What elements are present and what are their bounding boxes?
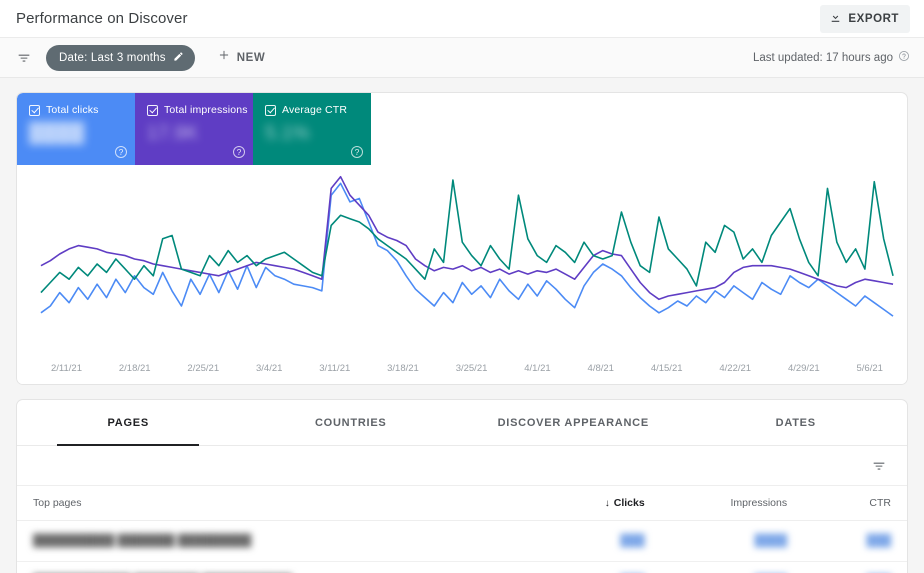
tab-countries[interactable]: COUNTRIES [240,400,463,445]
x-tick-label: 4/22/21 [719,363,752,374]
table-body: ██████████ ███████ █████████████████████… [17,520,907,573]
new-filter-button[interactable]: NEW [211,44,272,71]
download-icon [829,11,842,27]
x-tick-label: 3/25/21 [455,363,488,374]
metric-label: Total impressions [164,104,248,116]
metric-card-total-clicks[interactable]: Total clicks ████ ? [17,93,135,165]
help-circle-icon[interactable] [898,50,910,65]
tab-pages[interactable]: PAGES [17,400,240,446]
last-updated-text: Last updated: 17 hours ago [752,51,893,64]
metric-value: 17.9K [147,123,199,144]
metric-label: Average CTR [282,104,348,116]
redacted-value: ███ [620,535,645,547]
metric-cards: Total clicks ████ ? Total impressions 17… [17,93,907,165]
cell-impressions: ████ [666,520,810,562]
table-row[interactable]: ████████████ ████████ ██████████████████… [17,561,907,573]
performance-line-chart[interactable] [17,165,907,363]
new-filter-label: NEW [236,51,266,64]
plus-icon [217,48,231,67]
help-circle-icon[interactable]: ? [115,146,127,158]
x-tick-label: 3/11/21 [319,363,351,374]
table-head: Top pages ↓ Clicks Impressions CTR [17,486,907,521]
x-tick-label: 4/29/21 [787,363,820,374]
performance-chart-card: Total clicks ████ ? Total impressions 17… [16,92,908,385]
redacted-value: ███ [866,535,891,547]
metric-value: 5.1% [265,123,310,144]
metric-header: Total impressions [147,104,248,116]
x-tick-label: 2/11/21 [51,363,82,374]
cell-ctr: ███ [809,520,907,562]
x-tick-label: 3/18/21 [387,363,419,374]
dimension-table-card: PAGES COUNTRIES DISCOVER APPEARANCE DATES T… [16,399,908,573]
x-tick-label: 3/4/21 [255,363,283,374]
chart-x-axis: 2/11/21 2/18/21 2/25/21 3/4/21 3/11/21 3/18/2… [17,363,907,384]
filter-list-icon[interactable] [867,454,891,478]
redacted-value: ██████████ ███████ █████████ [33,535,252,547]
metric-value: ████ [29,123,85,144]
column-header-impressions[interactable]: Impressions [666,486,810,521]
dimension-tabs: PAGES COUNTRIES DISCOVER APPEARANCE DATES [17,400,907,446]
table-toolbar [17,446,907,486]
column-header-top-pages[interactable]: Top pages [17,486,516,521]
app-header: Performance on Discover EXPORT [0,0,924,38]
x-tick-label: 2/18/21 [118,363,151,374]
table-row[interactable]: ██████████ ███████ █████████ ███ ████ ███ [17,520,907,562]
chart-svg [17,165,907,363]
metric-header: Total clicks [29,104,125,116]
help-circle-icon[interactable]: ? [351,146,363,158]
column-header-clicks-label: Clicks [613,497,645,509]
tab-discover-appearance[interactable]: DISCOVER APPEARANCE [462,400,685,445]
performance-table: Top pages ↓ Clicks Impressions CTR ██████… [17,486,907,573]
filter-list-icon[interactable] [12,46,36,70]
chart-line-total-impressions [41,177,893,300]
metric-checkbox[interactable] [265,104,276,116]
column-header-ctr[interactable]: CTR [809,486,907,521]
x-tick-label: 5/6/21 [856,363,883,374]
metric-header: Average CTR [265,104,361,116]
cell-page: ████████████ ████████ ███████████ [17,561,516,573]
cell-ctr: ███ [809,561,907,573]
metric-label: Total clicks [46,104,99,116]
filter-bar: Date: Last 3 months NEW Last updated: 17… [0,38,924,78]
page-title: Performance on Discover [16,10,188,27]
date-filter-label: Date: Last 3 months [59,51,166,64]
date-filter-chip[interactable]: Date: Last 3 months [46,44,195,71]
help-circle-icon[interactable]: ? [233,146,245,158]
metric-checkbox[interactable] [147,104,158,116]
cell-page: ██████████ ███████ █████████ [17,520,516,562]
cell-clicks: ███ [515,561,667,573]
tab-dates[interactable]: DATES [685,400,908,445]
arrow-down-icon: ↓ [604,498,610,509]
chart-line-average-ctr [41,180,893,293]
column-header-clicks[interactable]: ↓ Clicks [515,486,667,521]
export-button[interactable]: EXPORT [820,4,910,33]
metric-card-average-ctr[interactable]: Average CTR 5.1% ? [253,93,371,165]
cell-impressions: ████ [666,561,810,573]
x-tick-label: 4/15/21 [650,363,683,374]
metric-checkbox[interactable] [29,104,40,116]
pencil-icon[interactable] [173,49,184,67]
cell-clicks: ███ [515,520,667,562]
redacted-value: ████ [754,535,788,547]
x-tick-label: 4/8/21 [587,363,614,374]
export-button-label: EXPORT [848,12,899,25]
metric-card-total-impressions[interactable]: Total impressions 17.9K ? [135,93,253,165]
table-header-row: Top pages ↓ Clicks Impressions CTR [17,486,907,521]
last-updated: Last updated: 17 hours ago [753,50,910,65]
x-tick-label: 4/1/21 [524,363,551,374]
x-tick-label: 2/25/21 [187,363,220,374]
